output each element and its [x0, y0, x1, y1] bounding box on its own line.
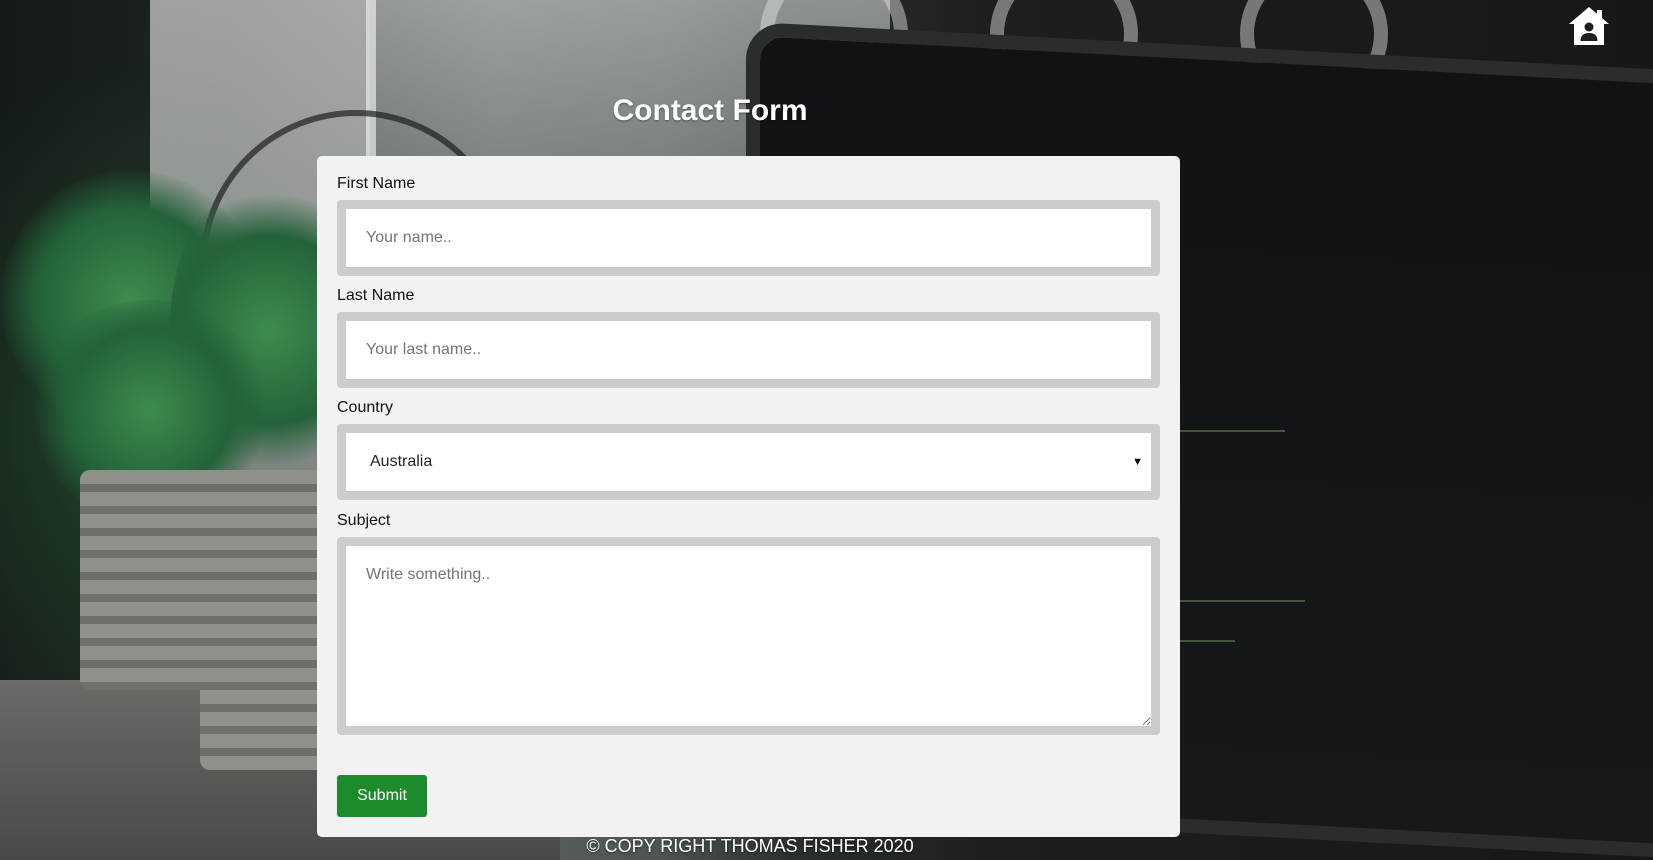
home-button[interactable] [1566, 4, 1612, 48]
last-name-field-wrapper [337, 312, 1160, 388]
contact-form: First Name Last Name Country Australia ▼… [317, 156, 1180, 837]
background-pot [80, 470, 220, 690]
first-name-input[interactable] [346, 209, 1151, 267]
chevron-down-icon: ▼ [1132, 456, 1143, 468]
subject-textarea[interactable] [346, 546, 1151, 726]
country-field-wrapper: Australia ▼ [337, 424, 1160, 500]
country-select[interactable]: Australia ▼ [346, 433, 1151, 491]
last-name-label: Last Name [337, 287, 415, 304]
copyright-footer: © COPY RIGHT THOMAS FISHER 2020 [586, 836, 914, 856]
last-name-input[interactable] [346, 321, 1151, 379]
subject-label: Subject [337, 512, 391, 529]
country-selected-value: Australia [370, 453, 433, 470]
background-pot [200, 470, 330, 770]
first-name-label: First Name [337, 175, 416, 192]
page-title: Contact Form [612, 94, 808, 127]
home-icon [1569, 7, 1609, 45]
country-label: Country [337, 399, 394, 416]
submit-button[interactable]: Submit [337, 775, 427, 817]
first-name-field-wrapper [337, 200, 1160, 276]
subject-field-wrapper [337, 537, 1160, 735]
